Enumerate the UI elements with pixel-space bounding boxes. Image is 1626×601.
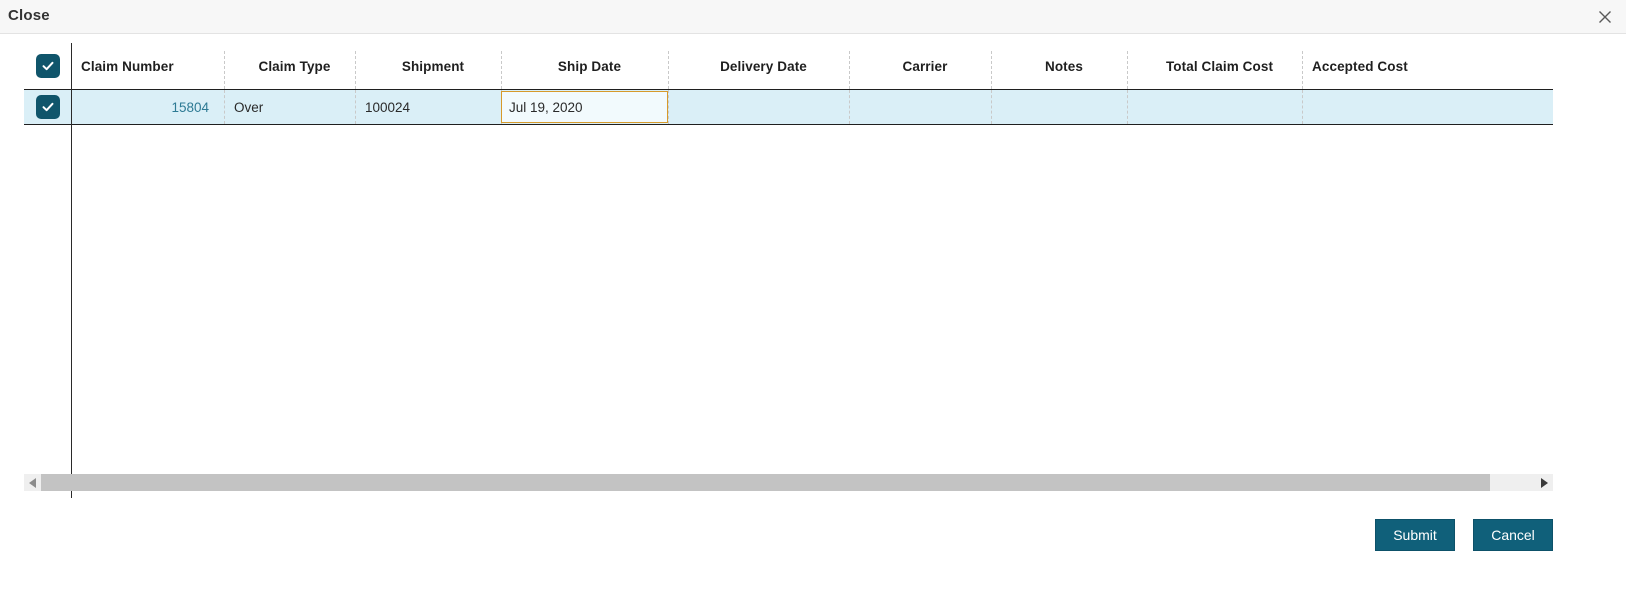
cell-carrier[interactable]	[850, 90, 991, 124]
arrow-right-icon	[1541, 477, 1548, 488]
cell-delivery-date[interactable]	[669, 90, 849, 124]
column-header-claim-type[interactable]: Claim Type	[225, 43, 355, 89]
table-row[interactable]: 15804 Over 100024 Jul 19, 2020	[24, 90, 1553, 125]
column-header-carrier[interactable]: Carrier	[850, 43, 991, 89]
scroll-left-button[interactable]	[24, 474, 41, 491]
close-icon	[1598, 10, 1612, 24]
frozen-column-divider	[71, 43, 72, 498]
grid-header-row: Claim Number Claim Type Shipment Ship Da…	[24, 43, 1553, 90]
column-header-accepted-cost[interactable]: Accepted Cost	[1303, 43, 1503, 89]
column-header-ship-date[interactable]: Ship Date	[502, 43, 668, 89]
select-all-checkbox[interactable]	[35, 54, 60, 78]
cell-accepted-cost[interactable]	[1303, 90, 1503, 124]
cell-ship-date-editor[interactable]: Jul 19, 2020	[501, 91, 668, 123]
dialog-title: Close	[8, 7, 50, 24]
row-select-cell[interactable]	[24, 90, 71, 124]
arrow-left-icon	[29, 477, 36, 488]
horizontal-scrollbar[interactable]	[24, 474, 1553, 491]
cell-shipment[interactable]: 100024	[356, 90, 501, 124]
row-select-checkbox[interactable]	[35, 95, 60, 119]
cell-total-claim-cost[interactable]	[1128, 90, 1302, 124]
column-header-delivery-date[interactable]: Delivery Date	[669, 43, 849, 89]
submit-button[interactable]: Submit	[1375, 519, 1455, 551]
dialog-titlebar: Close	[0, 0, 1626, 34]
cell-claim-type[interactable]: Over	[225, 90, 355, 124]
cell-notes[interactable]	[992, 90, 1127, 124]
scrollbar-thumb[interactable]	[41, 474, 1490, 491]
column-header-claim-number[interactable]: Claim Number	[72, 43, 224, 89]
close-button[interactable]	[1594, 6, 1616, 28]
select-all-cell[interactable]	[24, 43, 71, 89]
column-header-notes[interactable]: Notes	[992, 43, 1127, 89]
cancel-button[interactable]: Cancel	[1473, 519, 1553, 551]
grid-empty-area	[24, 125, 1553, 498]
claims-grid: Claim Number Claim Type Shipment Ship Da…	[24, 43, 1553, 498]
dialog-footer: Submit Cancel	[0, 516, 1626, 601]
column-header-total-claim-cost[interactable]: Total Claim Cost	[1128, 43, 1302, 89]
cell-claim-number[interactable]: 15804	[72, 90, 218, 124]
scroll-right-button[interactable]	[1536, 474, 1553, 491]
column-header-shipment[interactable]: Shipment	[356, 43, 501, 89]
